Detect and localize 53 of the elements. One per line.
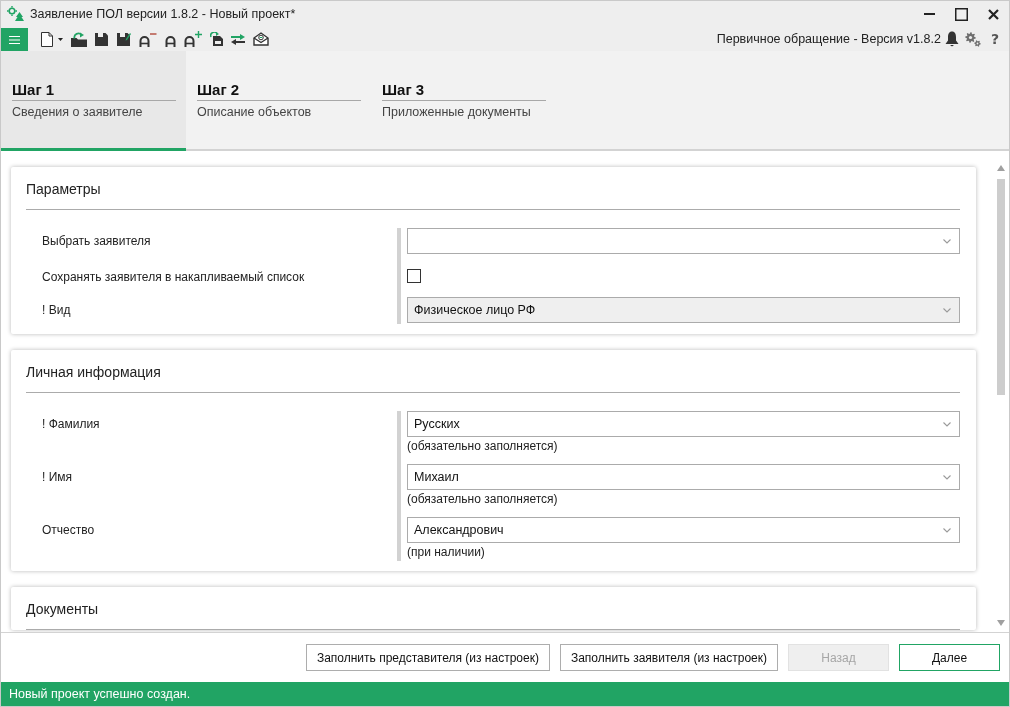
section-title: Документы bbox=[26, 587, 960, 630]
text-size-decrease-icon[interactable] bbox=[139, 31, 157, 47]
chevron-down-icon bbox=[943, 307, 951, 313]
open-folder-icon[interactable] bbox=[71, 31, 87, 47]
field-label: ! Имя bbox=[41, 469, 74, 486]
secondary-button[interactable]: Заполнить заявителя (из настроек) bbox=[559, 644, 778, 671]
primary-button[interactable]: Далее bbox=[899, 644, 1000, 671]
help-button[interactable]: ? bbox=[988, 31, 1001, 47]
settings-icon[interactable] bbox=[964, 31, 981, 47]
minimize-icon bbox=[923, 13, 935, 15]
field-label: ! Вид bbox=[41, 302, 72, 319]
section-title: Параметры bbox=[26, 167, 960, 210]
field-label: Выбрать заявителя bbox=[41, 233, 152, 250]
envelope-icon[interactable] bbox=[253, 32, 269, 46]
save-edit-icon[interactable] bbox=[117, 32, 131, 46]
refresh-document-icon[interactable] bbox=[210, 32, 223, 46]
step-tab[interactable]: Шаг 3 Приложенные документы bbox=[371, 51, 556, 151]
step-tab[interactable]: Шаг 1 Сведения о заявителе bbox=[1, 51, 186, 151]
chevron-down-icon bbox=[943, 474, 951, 480]
scroll-down-arrow-icon[interactable] bbox=[997, 620, 1005, 626]
maximize-icon bbox=[954, 7, 968, 21]
text-size-increase-icon[interactable] bbox=[184, 31, 202, 47]
chevron-down-icon bbox=[943, 527, 951, 533]
mode-label: Первичное обращение - Версия v1.8.2 bbox=[716, 32, 941, 46]
section-title: Личная информация bbox=[26, 350, 960, 393]
secondary-button[interactable]: Заполнить представителя (из настроек) bbox=[305, 644, 550, 671]
menu-button[interactable] bbox=[1, 28, 28, 51]
save-icon[interactable] bbox=[95, 32, 109, 46]
field-label: Сохранять заявителя в накапливаемый список bbox=[41, 269, 306, 286]
select-box[interactable]: Физическое лицо РФ bbox=[407, 297, 960, 323]
chevron-down-icon bbox=[943, 238, 951, 244]
caret-icon[interactable] bbox=[58, 37, 63, 41]
window-title: Заявление ПОЛ версии 1.8.2 - Новый проект* bbox=[30, 7, 296, 21]
status-message: Новый проект успешно создан. bbox=[9, 687, 191, 701]
scroll-up-arrow-icon[interactable] bbox=[997, 165, 1005, 171]
combo-box[interactable]: Русских bbox=[407, 411, 960, 437]
menu-icon bbox=[9, 35, 20, 44]
swap-arrows-icon[interactable] bbox=[231, 33, 245, 45]
combo-box[interactable]: Михаил bbox=[407, 464, 960, 490]
field-label: ! Фамилия bbox=[41, 416, 101, 433]
app-logo-icon bbox=[7, 5, 24, 23]
scrollbar-thumb[interactable] bbox=[997, 179, 1005, 395]
chevron-down-icon bbox=[943, 421, 951, 427]
close-icon bbox=[987, 8, 999, 20]
field-hint: (при наличии) bbox=[407, 545, 486, 560]
field-label: Отчество bbox=[41, 522, 96, 539]
bell-icon[interactable] bbox=[944, 31, 959, 47]
field-hint: (обязательно заполняется) bbox=[407, 439, 559, 454]
step-tab[interactable]: Шаг 2 Описание объектов bbox=[186, 51, 371, 151]
checkbox[interactable] bbox=[407, 269, 421, 283]
field-hint: (обязательно заполняется) bbox=[407, 492, 559, 507]
combo-box[interactable]: Александрович bbox=[407, 517, 960, 543]
new-document-icon[interactable] bbox=[41, 31, 53, 47]
